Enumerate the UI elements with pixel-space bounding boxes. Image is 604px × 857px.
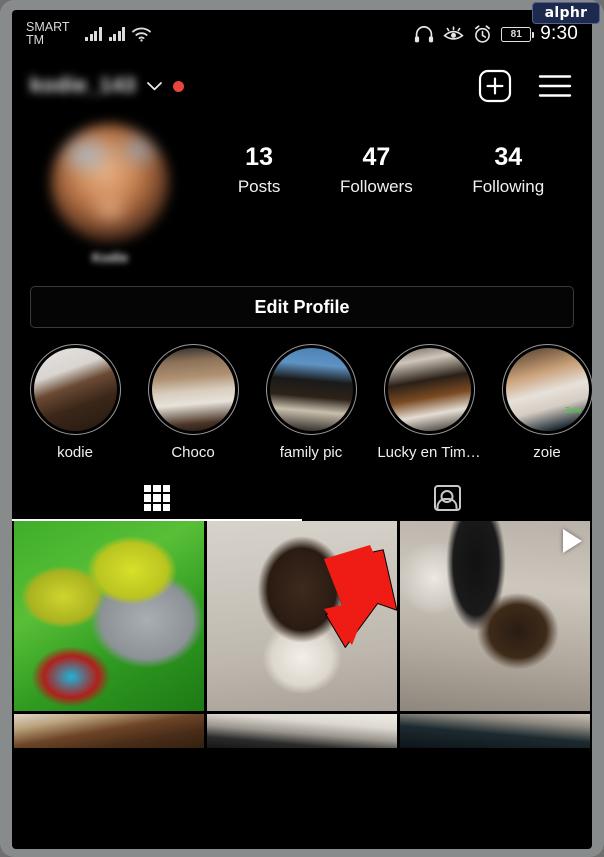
post-dog-floor-video[interactable] xyxy=(400,521,590,711)
username-label: kodie_143 xyxy=(30,74,137,97)
avatar[interactable] xyxy=(51,124,169,242)
avatar-column: Kodie xyxy=(12,124,208,265)
chevron-down-icon[interactable] xyxy=(146,81,163,92)
battery-icon: 81 xyxy=(501,26,535,42)
highlight-choco[interactable]: Choco xyxy=(138,344,248,461)
top-bar-actions xyxy=(478,69,578,103)
status-bar: SMART TM 81 9:30 xyxy=(12,10,592,58)
username-switcher[interactable]: kodie_143 xyxy=(30,74,185,98)
post-cables-desk[interactable] xyxy=(207,714,397,748)
highlight-label: Choco xyxy=(171,444,215,461)
highlight-thumbnail: Zoie xyxy=(505,348,589,431)
wifi-icon xyxy=(132,27,151,42)
unread-badge-dot xyxy=(173,80,185,92)
highlight-ring: Zoie xyxy=(501,344,592,435)
carrier-label: SMART TM xyxy=(26,20,70,47)
stat-value: 34 xyxy=(494,143,523,171)
highlight-overlay-text: Zoie xyxy=(565,406,582,415)
highlight-kodie[interactable]: kodie xyxy=(20,344,130,461)
highlight-thumbnail xyxy=(151,348,235,431)
highlight-label: Lucky en Tim… xyxy=(377,444,481,461)
clock-label: 9:30 xyxy=(540,23,578,44)
tab-tagged[interactable] xyxy=(302,475,592,521)
stat-value: 47 xyxy=(362,143,391,171)
tab-grid[interactable] xyxy=(12,475,302,521)
signal-bars-icon xyxy=(85,27,102,41)
alphr-watermark: alphr xyxy=(532,2,600,24)
video-play-icon xyxy=(563,529,582,553)
highlight-zoie[interactable]: Zoie zoie xyxy=(492,344,592,461)
alarm-clock-icon xyxy=(475,24,491,43)
post-puppy-portrait[interactable] xyxy=(207,521,397,711)
highlight-thumbnail xyxy=(269,348,353,431)
edit-profile-button[interactable]: Edit Profile xyxy=(30,286,574,328)
profile-top-bar: kodie_143 xyxy=(12,58,592,114)
stat-value: 13 xyxy=(245,143,273,171)
highlight-thumbnail xyxy=(387,348,471,431)
profile-tabs xyxy=(12,475,592,521)
headphones-icon xyxy=(415,25,434,42)
highlight-lucky-en-tim[interactable]: Lucky en Tim… xyxy=(374,344,484,461)
stat-posts[interactable]: 13 Posts xyxy=(238,142,281,197)
tagged-photos-icon xyxy=(433,485,461,511)
highlight-thumbnail xyxy=(33,348,117,431)
status-bar-left: SMART TM xyxy=(26,21,151,47)
highlight-label: zoie xyxy=(533,444,561,461)
stat-label: Followers xyxy=(339,177,413,196)
profile-section: Kodie 13 Posts 47 Followers 34 Following xyxy=(12,114,592,274)
add-post-icon[interactable] xyxy=(478,69,512,103)
battery-level-label: 81 xyxy=(510,28,522,40)
highlight-ring xyxy=(29,344,121,435)
stat-followers[interactable]: 47 Followers xyxy=(340,142,413,197)
phone-screen: SMART TM 81 9:30 kodie_143 Kodie 13 Post… xyxy=(12,10,592,849)
status-bar-right: 81 9:30 xyxy=(414,23,582,45)
highlight-label: family pic xyxy=(279,444,343,461)
post-dark-surface[interactable] xyxy=(400,714,590,748)
hamburger-menu-icon[interactable] xyxy=(538,73,572,99)
highlight-family-pic[interactable]: family pic xyxy=(256,344,366,461)
highlight-ring xyxy=(147,344,239,435)
highlight-ring xyxy=(383,344,475,435)
stat-label: Following xyxy=(472,177,545,196)
stat-following[interactable]: 34 Following xyxy=(472,142,544,197)
highlight-label: kodie xyxy=(57,444,93,461)
eye-care-icon xyxy=(443,25,464,40)
post-crocs-lite-shoes[interactable] xyxy=(14,521,204,711)
highlight-ring xyxy=(265,344,357,435)
signal-bars-icon-2 xyxy=(108,27,125,41)
stat-label: Posts xyxy=(237,177,281,196)
profile-stats: 13 Posts 47 Followers 34 Following xyxy=(208,124,592,197)
device-frame: alphr SMART TM 81 9:30 kodie_143 Kodie 1… xyxy=(0,0,604,857)
grid-icon xyxy=(144,485,170,511)
post-wood-floor[interactable] xyxy=(14,714,204,748)
posts-grid xyxy=(12,521,592,748)
display-name-label: Kodie xyxy=(91,250,129,265)
story-highlights-row[interactable]: kodie Choco family pic Lucky en Tim… Zoi… xyxy=(12,344,592,461)
